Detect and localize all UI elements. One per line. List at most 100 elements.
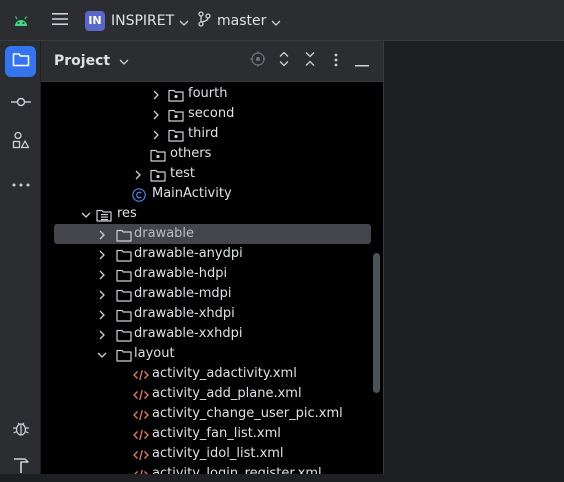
tree-row[interactable]: activity_add_plane.xml bbox=[41, 384, 383, 404]
chevron-right-icon[interactable] bbox=[150, 87, 162, 101]
package-folder-icon bbox=[168, 87, 184, 102]
tree-row-label: activity_add_plane.xml bbox=[152, 386, 302, 401]
project-switcher[interactable]: IN INSPIRET bbox=[85, 0, 189, 41]
more-tools-button[interactable] bbox=[5, 166, 36, 197]
select-opened-file-button[interactable] bbox=[249, 51, 267, 71]
tree-row-label: activity_change_user_pic.xml bbox=[152, 406, 343, 421]
folder-icon bbox=[116, 307, 132, 322]
main-menu-button[interactable] bbox=[51, 0, 69, 41]
commit-tool-button[interactable] bbox=[5, 86, 36, 117]
panel-title-dropdown[interactable]: Project bbox=[54, 53, 129, 69]
minimize-icon bbox=[355, 52, 369, 71]
folder-icon bbox=[116, 267, 132, 282]
tree-row[interactable]: drawable-anydpi bbox=[41, 244, 383, 264]
folder-icon bbox=[116, 327, 132, 342]
tree-row-label: drawable-mdpi bbox=[134, 286, 232, 301]
tree-row-label: activity_adactivity.xml bbox=[152, 366, 297, 381]
package-folder-icon bbox=[168, 127, 184, 142]
title-bar: IN INSPIRET master bbox=[0, 0, 564, 41]
chevron-down-icon bbox=[179, 11, 189, 30]
folder-icon bbox=[116, 287, 132, 302]
package-folder-icon bbox=[168, 107, 184, 122]
branch-name: master bbox=[217, 12, 267, 29]
tree-row[interactable]: drawable bbox=[41, 224, 383, 244]
tree-row-label: second bbox=[188, 106, 235, 121]
tree-row[interactable]: test bbox=[41, 164, 383, 184]
target-icon bbox=[250, 51, 266, 71]
project-tool-button[interactable] bbox=[5, 46, 36, 77]
tree-row-label: layout bbox=[134, 346, 175, 361]
chevron-right-icon[interactable] bbox=[96, 327, 108, 341]
tree-row-label: drawable bbox=[134, 226, 195, 241]
collapse-all-button[interactable] bbox=[301, 52, 319, 70]
resource-folder-icon bbox=[96, 207, 112, 222]
tree-row-label: activity_idol_list.xml bbox=[152, 446, 284, 461]
tree-row[interactable]: activity_change_user_pic.xml bbox=[41, 404, 383, 424]
tree-row[interactable]: MainActivity bbox=[41, 184, 383, 204]
tree-row-label: fourth bbox=[188, 86, 228, 101]
chevron-right-icon[interactable] bbox=[96, 287, 108, 301]
project-name: INSPIRET bbox=[111, 12, 175, 29]
project-panel: Project fourth second third others test … bbox=[41, 41, 384, 474]
debug-tool-button[interactable] bbox=[5, 414, 36, 445]
tree-row[interactable]: layout bbox=[41, 344, 383, 364]
kebab-icon bbox=[334, 52, 338, 71]
panel-header: Project bbox=[41, 41, 383, 82]
chevron-right-icon[interactable] bbox=[96, 267, 108, 281]
expand-icon bbox=[278, 51, 290, 71]
tree-row[interactable]: drawable-xxhdpi bbox=[41, 324, 383, 344]
folder-icon bbox=[116, 247, 132, 262]
chevron-right-icon[interactable] bbox=[96, 247, 108, 261]
resource-manager-button[interactable] bbox=[5, 126, 36, 157]
tree-row-label: drawable-anydpi bbox=[134, 246, 243, 261]
project-badge: IN bbox=[85, 10, 105, 31]
tree-row[interactable]: activity_login_register.xml bbox=[41, 464, 383, 474]
folder-icon bbox=[12, 52, 30, 71]
project-tree[interactable]: fourth second third others test MainActivity r… bbox=[41, 82, 383, 474]
chevron-down-icon[interactable] bbox=[96, 347, 108, 361]
tree-row[interactable]: activity_idol_list.xml bbox=[41, 444, 383, 464]
options-button[interactable] bbox=[327, 52, 345, 70]
chevron-right-icon[interactable] bbox=[132, 167, 144, 181]
tree-row[interactable]: drawable-hdpi bbox=[41, 264, 383, 284]
expand-all-button[interactable] bbox=[275, 51, 293, 71]
tree-row[interactable]: activity_adactivity.xml bbox=[41, 364, 383, 384]
tree-row-label: res bbox=[117, 206, 137, 221]
tree-row-label: drawable-xhdpi bbox=[134, 306, 235, 321]
tree-row[interactable]: second bbox=[41, 104, 383, 124]
tree-row[interactable]: third bbox=[41, 124, 383, 144]
branch-switcher[interactable]: master bbox=[197, 0, 281, 41]
collapse-icon bbox=[304, 51, 316, 71]
shapes-icon bbox=[12, 131, 30, 153]
chevron-right-icon[interactable] bbox=[96, 227, 108, 241]
class-icon bbox=[132, 187, 148, 202]
xml-file-icon bbox=[133, 387, 149, 401]
tree-row-label: drawable-xxhdpi bbox=[134, 326, 243, 341]
tree-row[interactable]: activity_fan_list.xml bbox=[41, 424, 383, 444]
tree-row-label: activity_login_register.xml bbox=[152, 466, 322, 474]
xml-file-icon bbox=[133, 447, 149, 461]
tree-scrollbar[interactable] bbox=[373, 253, 380, 393]
android-icon bbox=[13, 0, 29, 41]
tree-row-label: others bbox=[170, 146, 212, 161]
chevron-down-icon[interactable] bbox=[80, 207, 92, 221]
commit-icon bbox=[10, 92, 31, 111]
tree-row[interactable]: fourth bbox=[41, 84, 383, 104]
chevron-right-icon[interactable] bbox=[96, 307, 108, 321]
chevron-right-icon[interactable] bbox=[150, 127, 162, 141]
xml-file-icon bbox=[133, 467, 149, 474]
folder-icon bbox=[116, 227, 132, 242]
tree-row-label: test bbox=[170, 166, 195, 181]
tree-row-label: MainActivity bbox=[152, 186, 232, 201]
xml-file-icon bbox=[133, 407, 149, 421]
bug-icon bbox=[12, 419, 30, 441]
xml-file-icon bbox=[133, 427, 149, 441]
hide-panel-button[interactable] bbox=[353, 52, 371, 70]
folder-icon bbox=[116, 347, 132, 362]
build-tool-button[interactable] bbox=[5, 451, 36, 482]
tree-row[interactable]: res bbox=[41, 204, 383, 224]
tree-row[interactable]: drawable-mdpi bbox=[41, 284, 383, 304]
tree-row[interactable]: others bbox=[41, 144, 383, 164]
chevron-right-icon[interactable] bbox=[150, 107, 162, 121]
tree-row[interactable]: drawable-xhdpi bbox=[41, 304, 383, 324]
